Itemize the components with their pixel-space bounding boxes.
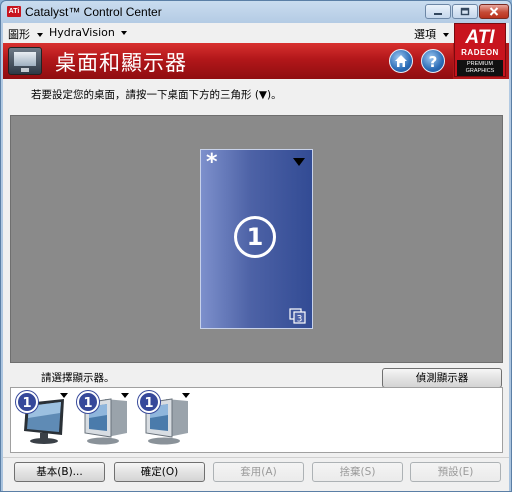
chevron-down-icon	[36, 32, 43, 37]
ok-button[interactable]: 確定(O)	[114, 462, 205, 482]
monitor-crt-1[interactable]: 1	[77, 391, 133, 447]
page-banner: 桌面和顯示器 ?	[3, 43, 453, 79]
close-button[interactable]	[479, 4, 509, 19]
menu-options-label: 選項	[414, 28, 436, 41]
display-number-badge: 1	[234, 216, 276, 258]
logo-tagline: PREMIUM GRAPHICS	[457, 60, 503, 76]
page-title: 桌面和顯示器	[55, 51, 187, 75]
chevron-down-icon	[442, 32, 449, 37]
desktop-display-icon	[8, 47, 42, 75]
svg-text:?: ?	[429, 53, 438, 71]
help-button[interactable]: ?	[421, 49, 445, 73]
menu-hydravision-label: HydraVision	[49, 26, 115, 39]
app-window: ATi Catalyst™ Control Center 圖形 HydraVis…	[0, 0, 512, 492]
defaults-button[interactable]: 預設(E)	[410, 462, 501, 482]
ati-radeon-logo: ATI RADEON PREMIUM GRAPHICS	[454, 23, 506, 77]
home-icon	[395, 55, 407, 67]
close-icon	[489, 7, 499, 16]
menu-hydravision[interactable]: HydraVision	[49, 26, 128, 39]
instruction-text: 若要設定您的桌面，請按一下桌面下方的三角形 (▼)。	[31, 89, 282, 101]
monitor-crt-2[interactable]: 1	[138, 391, 194, 447]
menu-graphics[interactable]: 圖形	[8, 26, 44, 42]
menu-options[interactable]: 選項	[414, 26, 450, 42]
logo-brand: ATI	[465, 27, 495, 48]
logo-tagline-2: GRAPHICS	[465, 68, 495, 74]
choose-display-label: 請選擇顯示器。	[41, 372, 115, 384]
ati-app-icon: ATi	[7, 6, 21, 17]
window-title: Catalyst™ Control Center	[25, 5, 162, 19]
title-bar[interactable]: ATi Catalyst™ Control Center	[1, 1, 511, 23]
home-button[interactable]	[389, 49, 413, 73]
detect-displays-button[interactable]: 偵測顯示器	[382, 368, 502, 388]
logo-product: RADEON	[461, 48, 499, 57]
monitor-number-badge: 1	[16, 391, 38, 413]
basic-button[interactable]: 基本(B)...	[14, 462, 105, 482]
menu-graphics-label: 圖形	[8, 28, 30, 41]
maximize-button[interactable]	[452, 4, 478, 19]
display-count: 3	[297, 315, 303, 325]
discard-button[interactable]: 捨棄(S)	[312, 462, 403, 482]
monitor-number-badge: 1	[77, 391, 99, 413]
minimize-button[interactable]	[425, 4, 451, 19]
maximize-icon	[460, 7, 470, 16]
minimize-icon	[434, 12, 442, 15]
desktop-display-tile[interactable]: * 1 3	[200, 149, 313, 329]
logo-tagline-1: PREMIUM	[467, 61, 493, 67]
apply-button[interactable]: 套用(A)	[213, 462, 304, 482]
menu-bar: 圖形 HydraVision 選項	[3, 23, 509, 43]
help-icon: ?	[429, 53, 438, 71]
primary-desktop-marker: *	[206, 150, 218, 175]
chevron-down-icon	[121, 30, 128, 35]
monitor-lcd[interactable]: 1	[16, 391, 72, 447]
monitor-number-badge: 1	[138, 391, 160, 413]
desktop-menu-arrow-icon[interactable]	[293, 158, 305, 166]
display-count-icon: 3	[289, 308, 306, 325]
